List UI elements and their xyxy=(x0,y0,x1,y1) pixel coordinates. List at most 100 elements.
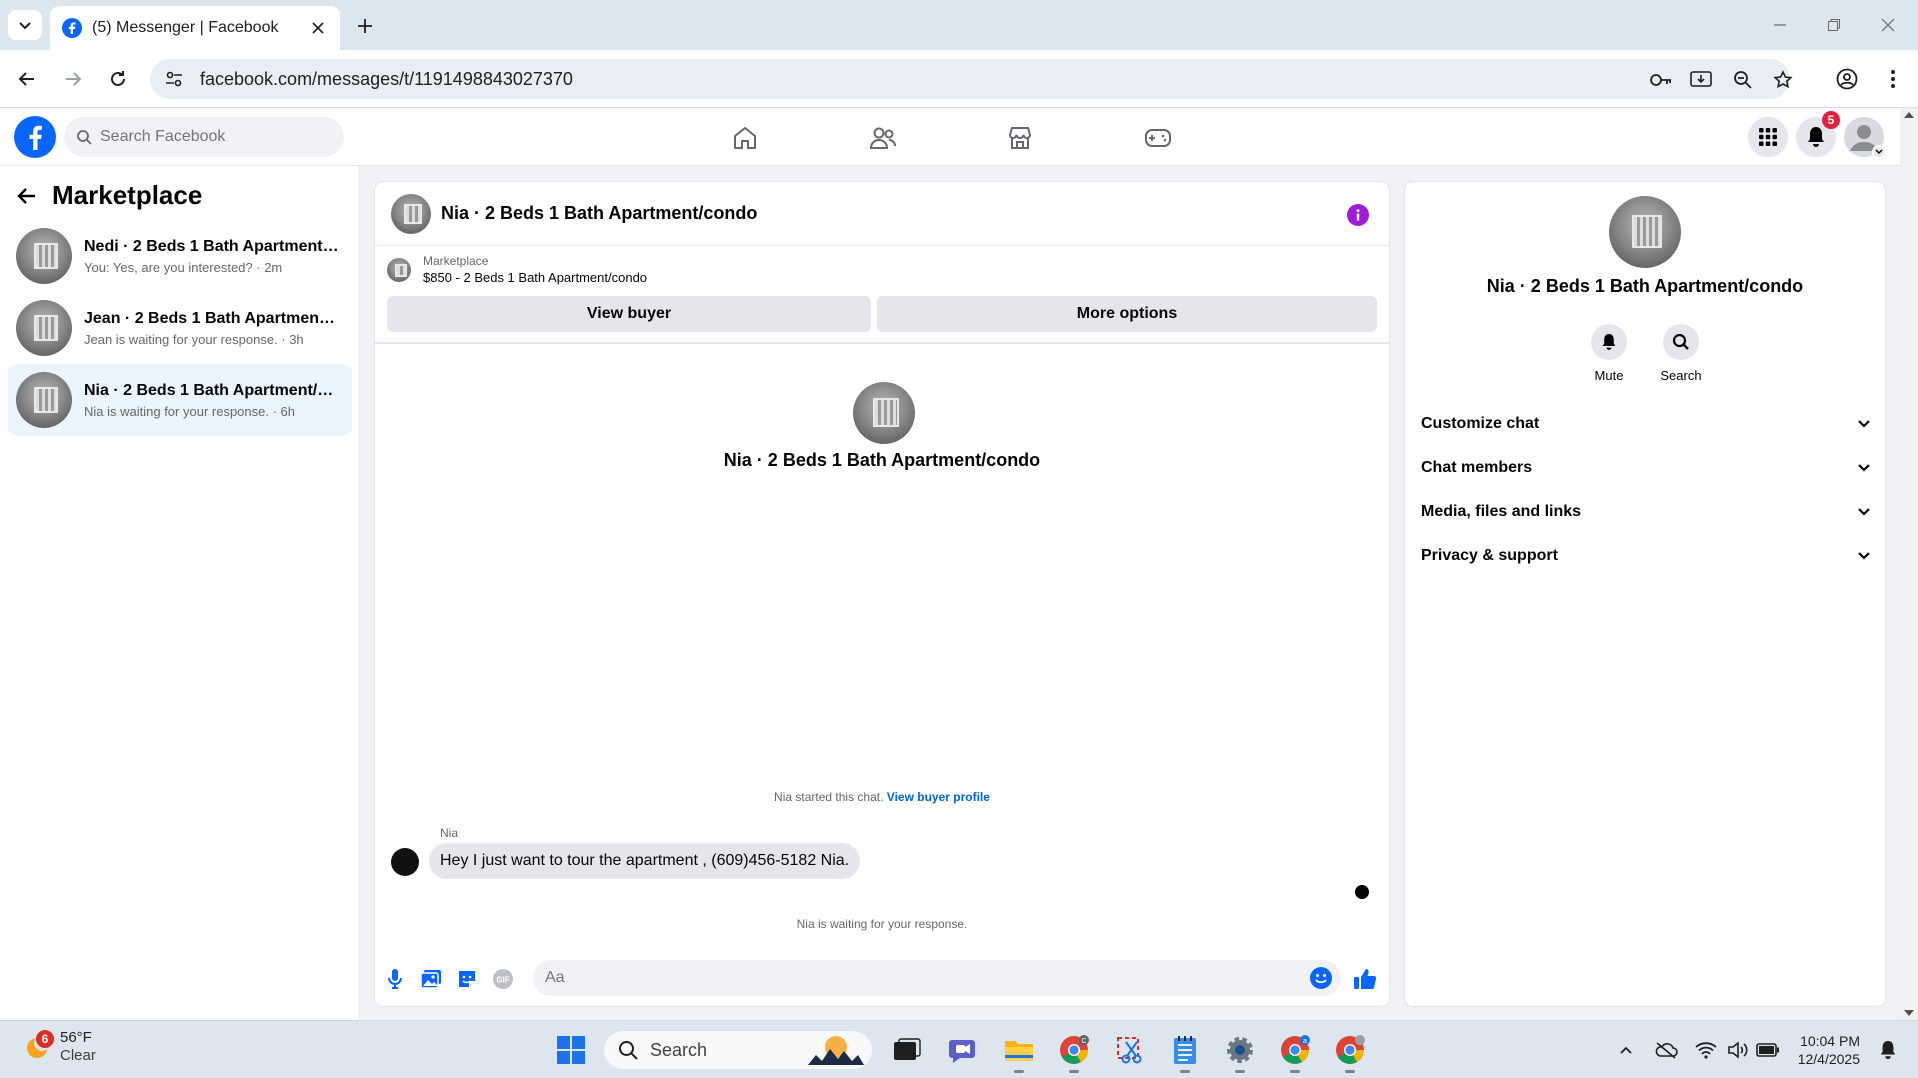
account-button[interactable] xyxy=(1844,117,1886,159)
marketplace-label: Marketplace xyxy=(423,254,489,268)
scroll-up-icon xyxy=(1904,112,1914,118)
conversation-preview: You: Yes, are you interested? · 2m xyxy=(84,259,283,275)
emoji-icon[interactable] xyxy=(1309,966,1333,990)
microphone-icon[interactable] xyxy=(383,967,407,991)
svg-text:C: C xyxy=(1081,1038,1086,1045)
scroll-down-icon xyxy=(1904,1010,1914,1016)
conversation-preview: Nia is waiting for your response. · 6h xyxy=(84,403,295,419)
back-button[interactable] xyxy=(12,64,42,94)
weather-condition: Clear xyxy=(60,1047,96,1064)
battery-icon[interactable] xyxy=(1756,1039,1780,1061)
snipping-tool-app[interactable] xyxy=(1113,1033,1147,1067)
wifi-icon[interactable] xyxy=(1694,1039,1718,1061)
notepad-icon xyxy=(1174,1036,1196,1064)
conversation-item-nia[interactable]: Nia · 2 Beds 1 Bath Apartment/con... Nia… xyxy=(8,364,352,436)
restore-icon xyxy=(1828,19,1840,31)
chrome-app-2[interactable]: a xyxy=(1278,1033,1312,1073)
volume-icon[interactable] xyxy=(1726,1039,1750,1061)
site-settings-icon[interactable] xyxy=(164,69,184,89)
browser-menu-button[interactable] xyxy=(1878,64,1908,94)
facebook-search[interactable] xyxy=(64,117,344,157)
nav-gaming[interactable] xyxy=(1103,118,1213,158)
svg-text:a: a xyxy=(1303,1038,1307,1045)
photo-icon[interactable] xyxy=(419,967,443,991)
listing-info[interactable]: Marketplace $850 - 2 Beds 1 Bath Apartme… xyxy=(387,254,647,285)
browser-tab-bar: (5) Messenger | Facebook xyxy=(0,0,1918,50)
notepad-app[interactable] xyxy=(1168,1033,1202,1073)
gear-icon xyxy=(1227,1037,1253,1063)
chrome-app-1[interactable]: C xyxy=(1057,1033,1091,1073)
section-customize-chat[interactable]: Customize chat xyxy=(1421,404,1871,444)
tab-close-icon[interactable] xyxy=(308,18,328,38)
back-arrow-icon[interactable] xyxy=(16,185,38,207)
notifications-button[interactable]: 5 xyxy=(1796,111,1840,157)
reload-button[interactable] xyxy=(103,64,133,94)
sticker-icon[interactable] xyxy=(455,967,479,991)
close-window-button[interactable] xyxy=(1868,10,1908,40)
forward-button[interactable] xyxy=(58,64,88,94)
section-chat-members[interactable]: Chat members xyxy=(1421,448,1871,488)
conversation-list-pane: Marketplace Nedi · 2 Beds 1 Bath Apartme… xyxy=(0,166,360,1020)
install-app-icon[interactable] xyxy=(1690,69,1712,91)
view-buyer-button[interactable]: View buyer xyxy=(387,296,871,332)
facebook-header: 5 xyxy=(0,108,1900,166)
chat-info-avatar[interactable] xyxy=(1609,196,1681,268)
settings-app[interactable] xyxy=(1223,1033,1257,1073)
section-privacy-support[interactable]: Privacy & support xyxy=(1421,536,1871,576)
page-scrollbar[interactable] xyxy=(1900,108,1918,1020)
avatar[interactable] xyxy=(391,848,419,876)
chat-title[interactable]: Nia · 2 Beds 1 Bath Apartment/condo xyxy=(441,203,757,224)
more-options-button[interactable]: More options xyxy=(877,296,1377,332)
onedrive-icon[interactable] xyxy=(1654,1039,1678,1061)
teams-app[interactable] xyxy=(946,1033,980,1067)
weather-temp: 56°F xyxy=(60,1029,92,1046)
nav-friends[interactable] xyxy=(828,118,938,158)
nav-home[interactable] xyxy=(690,118,800,158)
file-explorer-app[interactable] xyxy=(1002,1033,1036,1073)
gaming-icon xyxy=(1145,129,1171,147)
start-button[interactable] xyxy=(554,1033,588,1067)
system-clock[interactable]: 10:04 PM 12/4/2025 xyxy=(1780,1032,1860,1068)
profile-button[interactable] xyxy=(1832,64,1862,94)
address-bar[interactable]: facebook.com/messages/t/1191498843027370 xyxy=(150,59,1793,99)
chat-info-name: Nia · 2 Beds 1 Bath Apartment/condo xyxy=(1486,276,1804,296)
password-key-icon[interactable] xyxy=(1650,69,1672,91)
tab-title: (5) Messenger | Facebook xyxy=(92,19,279,36)
task-view-app[interactable] xyxy=(890,1033,924,1067)
account-chevron-icon xyxy=(1872,145,1886,159)
zoom-icon[interactable] xyxy=(1732,69,1754,91)
restore-button[interactable] xyxy=(1814,10,1854,40)
info-icon[interactable] xyxy=(1347,204,1369,226)
nav-marketplace[interactable] xyxy=(965,118,1075,158)
chat-started-note: Nia started this chat. View buyer profil… xyxy=(375,790,1389,804)
tab-search-button[interactable] xyxy=(8,10,42,40)
like-thumb-icon[interactable] xyxy=(1353,967,1377,991)
taskbar-search[interactable]: Search xyxy=(604,1031,872,1069)
gif-icon[interactable]: GIF xyxy=(491,967,515,991)
mute-button[interactable]: Mute xyxy=(1579,324,1639,383)
menu-button[interactable] xyxy=(1748,117,1788,157)
bookmark-star-icon[interactable] xyxy=(1772,69,1794,91)
facebook-logo-icon[interactable] xyxy=(14,116,56,158)
clock-date: 12/4/2025 xyxy=(1797,1051,1860,1067)
message-bubble[interactable]: Hey I just want to tour the apartment , … xyxy=(429,843,861,879)
tab-messenger[interactable]: (5) Messenger | Facebook xyxy=(50,6,340,50)
message-input[interactable] xyxy=(545,969,1285,987)
weather-widget[interactable]: 6 56°F Clear xyxy=(22,1029,96,1065)
chat-avatar[interactable] xyxy=(391,193,431,234)
windows-logo-icon xyxy=(557,1036,585,1064)
browser-toolbar: facebook.com/messages/t/1191498843027370 xyxy=(0,50,1918,108)
message-input-box[interactable] xyxy=(533,960,1341,996)
conversation-item-nedi[interactable]: Nedi · 2 Beds 1 Bath Apartment/co... You… xyxy=(8,220,352,292)
section-media-files-links[interactable]: Media, files and links xyxy=(1421,492,1871,532)
show-hidden-icons-button[interactable] xyxy=(1614,1039,1638,1061)
minimize-button[interactable] xyxy=(1760,10,1800,40)
facebook-search-input[interactable] xyxy=(100,128,320,146)
conversation-item-jean[interactable]: Jean · 2 Beds 1 Bath Apartment/co... Jea… xyxy=(8,292,352,364)
search-in-chat-button[interactable]: Search xyxy=(1651,324,1711,383)
more-vertical-icon xyxy=(1891,70,1895,88)
view-buyer-profile-link[interactable]: View buyer profile xyxy=(887,790,990,804)
notification-center-icon[interactable] xyxy=(1876,1039,1900,1061)
chrome-app-3[interactable] xyxy=(1333,1033,1367,1073)
new-tab-button[interactable] xyxy=(352,13,378,39)
